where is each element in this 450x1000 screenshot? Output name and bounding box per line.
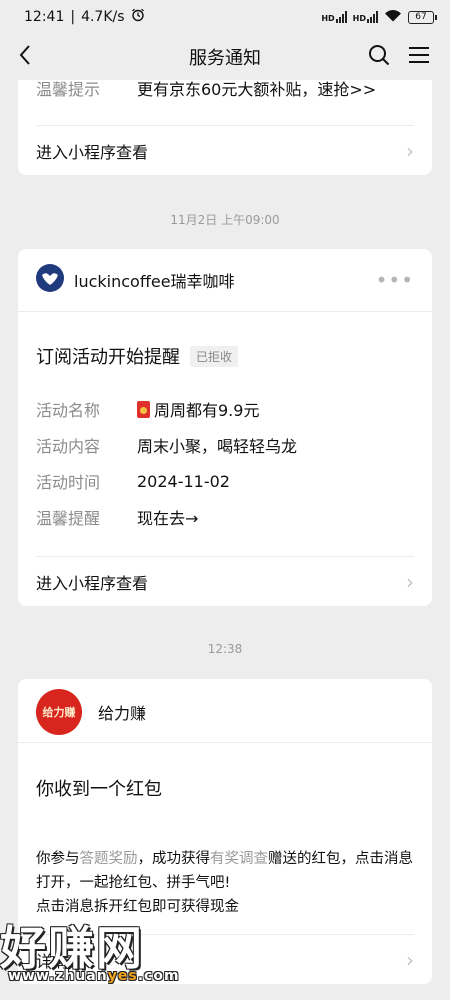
- more-options-icon[interactable]: •••: [376, 268, 414, 292]
- timestamp: 12:38: [207, 642, 243, 656]
- brand-name: luckincoffee瑞幸咖啡: [74, 272, 235, 291]
- notice-title: 你收到一个红包: [36, 779, 162, 800]
- chevron-right-icon: ›: [406, 947, 414, 972]
- search-icon[interactable]: [368, 44, 390, 70]
- kv-row: 温馨提醒 现在去→: [36, 509, 199, 528]
- back-button[interactable]: [0, 34, 50, 80]
- alarm-icon: [131, 8, 145, 26]
- geilizhuan-logo: 给力赚: [36, 689, 82, 735]
- brand-name: 给力赚: [98, 704, 147, 723]
- status-time: 12:41: [24, 9, 65, 25]
- signal-icon-2: HD: [353, 11, 378, 23]
- kv-row: 活动名称 周周都有9.9元: [36, 400, 260, 420]
- notice-title: 订阅活动开始提醒 已拒收: [36, 343, 239, 369]
- signal-icon: HD: [321, 11, 347, 23]
- luckin-logo-icon: [36, 264, 64, 296]
- status-badge: 已拒收: [190, 345, 239, 367]
- nav-bar: 服务通知: [0, 34, 450, 80]
- wifi-icon: [384, 9, 402, 25]
- menu-icon[interactable]: [408, 45, 430, 69]
- kv-row: 活动内容 周末小聚，喝轻轻乌龙: [36, 437, 298, 456]
- open-miniprogram-link[interactable]: 进入小程序查看 ›: [36, 125, 414, 175]
- open-miniprogram-link[interactable]: 进入小程序查看 ›: [36, 556, 414, 606]
- red-packet-icon: [137, 400, 150, 418]
- battery-icon: 67: [408, 10, 437, 24]
- timestamp: 11月2日 上午09:00: [170, 213, 280, 227]
- net-speed: 4.7K/s: [81, 9, 125, 25]
- chevron-right-icon: ›: [406, 138, 414, 163]
- brand-header[interactable]: luckincoffee瑞幸咖啡 •••: [36, 263, 414, 297]
- notice-card-luckin[interactable]: luckincoffee瑞幸咖啡 ••• 订阅活动开始提醒 已拒收 活动名称 周…: [18, 249, 432, 606]
- site-watermark: 好赚网 www.zhuanyes.com: [0, 921, 180, 984]
- status-bar: 12:41 | 4.7K/s HD HD 67: [0, 0, 450, 34]
- chevron-left-icon: [18, 44, 32, 70]
- brand-header[interactable]: 给力赚 给力赚: [36, 689, 414, 735]
- chevron-right-icon: ›: [406, 569, 414, 594]
- kv-row: 活动时间 2024-11-02: [36, 471, 230, 493]
- message-body: 你参与答题奖励，成功获得有奖调查赠送的红包，点击消息打开，一起抢红包、拼手气吧!…: [36, 851, 413, 915]
